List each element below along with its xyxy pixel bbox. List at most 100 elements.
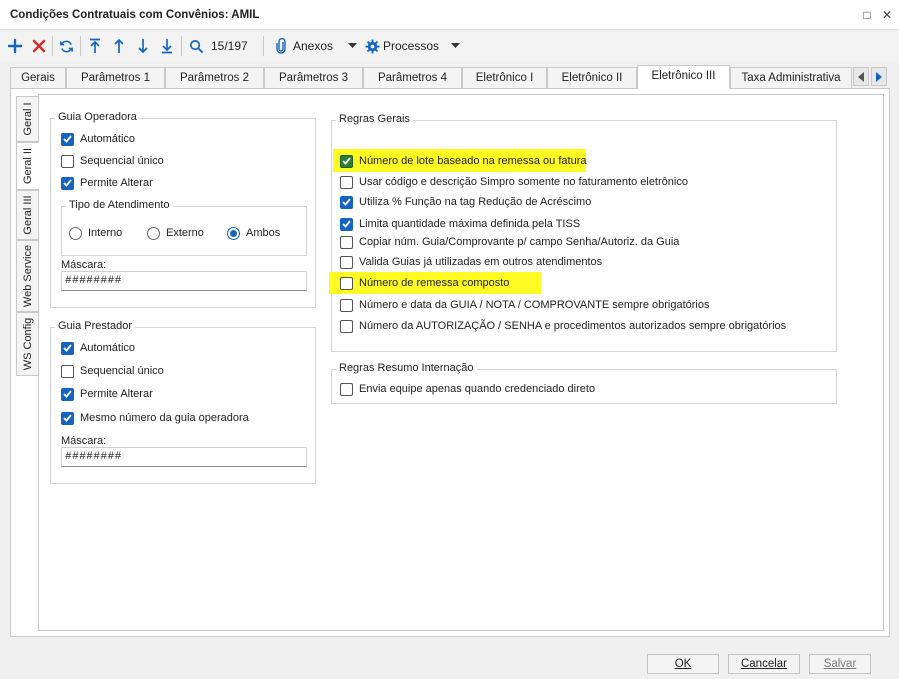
next-record-icon[interactable]	[132, 35, 154, 57]
window-title: Condições Contratuais com Convênios: AMI…	[10, 9, 260, 21]
ok-button[interactable]: OK	[647, 654, 719, 674]
radio-selected-icon	[227, 226, 240, 240]
tab-scroll-right-icon[interactable]	[871, 67, 887, 86]
checkbox-unchecked-icon	[340, 235, 353, 249]
checkbox-checked-icon	[61, 132, 74, 146]
tab-eletronico-3[interactable]: Eletrônico III	[637, 65, 730, 89]
tab-parametros-2[interactable]: Parâmetros 2	[165, 67, 264, 88]
radio-label: Interno	[88, 227, 123, 239]
group-title: Regras Resumo Internação	[336, 362, 477, 374]
permite-alterar-prestador-checkbox[interactable]: Permite Alterar	[61, 386, 153, 402]
record-counter: 15/197	[211, 39, 248, 53]
refresh-icon[interactable]	[55, 35, 77, 57]
numero-autorizacao-checkbox[interactable]: Número da AUTORIZAÇÃO / SENHA e procedim…	[340, 318, 786, 334]
usar-codigo-simpro-checkbox[interactable]: Usar código e descrição Simpro somente n…	[340, 174, 688, 190]
toolbar-separator	[80, 36, 81, 56]
checkbox-checked-icon	[340, 195, 353, 209]
search-icon[interactable]	[185, 35, 207, 57]
side-tab-ws-config[interactable]: WS Config	[16, 312, 38, 376]
checkbox-unchecked-icon	[340, 382, 353, 396]
group-title: Regras Gerais	[336, 113, 413, 125]
checkbox-label: Número de lote baseado na remessa ou fat…	[359, 155, 587, 167]
checkbox-label: Valida Guias já utilizadas em outros ate…	[359, 256, 603, 268]
checkbox-label: Sequencial único	[80, 365, 164, 377]
permite-alterar-checkbox[interactable]: Permite Alterar	[61, 175, 153, 191]
valida-guias-checkbox[interactable]: Valida Guias já utilizadas em outros ate…	[340, 254, 602, 270]
mesmo-numero-checkbox[interactable]: Mesmo número da guia operadora	[61, 410, 249, 426]
automatico-prestador-checkbox[interactable]: Automático	[61, 340, 135, 356]
sequencial-unico-prestador-checkbox[interactable]: Sequencial único	[61, 363, 164, 379]
tab-scroll-left-icon[interactable]	[853, 67, 869, 86]
envia-equipe-checkbox[interactable]: Envia equipe apenas quando credenciado d…	[340, 381, 595, 397]
first-record-icon[interactable]	[84, 35, 106, 57]
checkbox-label: Utiliza % Função na tag Redução de Acrés…	[359, 196, 592, 208]
tab-taxa-administrativa[interactable]: Taxa Administrativa	[730, 67, 852, 88]
side-tab-geral-2[interactable]: Geral II	[16, 142, 39, 190]
checkbox-label: Automático	[80, 133, 136, 145]
title-bar: Condições Contratuais com Convênios: AMI…	[0, 0, 899, 30]
cancel-button[interactable]: Cancelar	[728, 654, 800, 674]
chevron-down-icon[interactable]	[341, 35, 363, 57]
side-tab-label: Web Service	[21, 244, 34, 308]
sequencial-unico-checkbox[interactable]: Sequencial único	[61, 153, 164, 169]
tab-parametros-3[interactable]: Parâmetros 3	[264, 67, 363, 88]
maximize-button[interactable]: □	[859, 7, 875, 23]
checkbox-label: Sequencial único	[80, 155, 164, 167]
save-button[interactable]: Salvar	[809, 654, 871, 674]
side-tab-label: Geral III	[21, 195, 34, 235]
mascara-prestador-input[interactable]: ########	[61, 447, 307, 467]
toolbar-separator	[263, 36, 264, 56]
checkbox-label: Mesmo número da guia operadora	[80, 412, 249, 424]
attachments-menu[interactable]: Anexos	[293, 39, 333, 53]
tab-parametros-1[interactable]: Parâmetros 1	[66, 67, 165, 88]
toolbar: 15/197 Anexos Processos	[0, 31, 899, 61]
checkbox-unchecked-icon	[340, 175, 353, 189]
mascara-operadora-input[interactable]: ########	[61, 271, 307, 291]
side-tab-geral-3[interactable]: Geral III	[16, 190, 38, 240]
numero-lote-checkbox[interactable]: Número de lote baseado na remessa ou fat…	[340, 153, 586, 169]
checkbox-label: Copiar núm. Guia/Comprovante p/ campo Se…	[359, 236, 680, 248]
checkbox-label: Permite Alterar	[80, 177, 153, 189]
checkbox-label: Usar código e descrição Simpro somente n…	[359, 176, 688, 188]
tab-gerais[interactable]: Gerais	[10, 67, 66, 88]
close-button[interactable]: ✕	[879, 7, 895, 23]
radio-externo[interactable]: Externo	[147, 225, 204, 241]
radio-unselected-icon	[69, 226, 82, 240]
processes-menu[interactable]: Processos	[383, 39, 439, 53]
radio-unselected-icon	[147, 226, 160, 240]
radio-interno[interactable]: Interno	[69, 225, 122, 241]
chevron-down-icon[interactable]	[444, 35, 466, 57]
paperclip-icon[interactable]	[270, 35, 292, 57]
side-tab-label: Geral II	[22, 147, 34, 185]
last-record-icon[interactable]	[156, 35, 178, 57]
checkbox-unchecked-icon	[340, 255, 353, 269]
utiliza-funcao-checkbox[interactable]: Utiliza % Função na tag Redução de Acrés…	[340, 194, 591, 210]
automatico-checkbox[interactable]: Automático	[61, 131, 135, 147]
side-tab-web-service[interactable]: Web Service	[16, 240, 38, 312]
checkbox-unchecked-icon	[340, 298, 353, 312]
previous-record-icon[interactable]	[108, 35, 130, 57]
numero-data-guia-checkbox[interactable]: Número e data da GUIA / NOTA / COMPROVAN…	[340, 297, 710, 313]
radio-ambos[interactable]: Ambos	[227, 225, 280, 241]
checkbox-label: Número de remessa composto	[359, 277, 510, 289]
gear-icon[interactable]	[361, 35, 383, 57]
numero-remessa-composto-checkbox[interactable]: Número de remessa composto	[340, 275, 509, 291]
tab-eletronico-2[interactable]: Eletrônico II	[547, 67, 637, 88]
copiar-num-guia-checkbox[interactable]: Copiar núm. Guia/Comprovante p/ campo Se…	[340, 234, 679, 250]
side-tab-label: Geral I	[21, 102, 34, 136]
side-tab-geral-1[interactable]: Geral I	[16, 96, 38, 142]
tab-eletronico-1[interactable]: Eletrônico I	[462, 67, 547, 88]
checkbox-unchecked-icon	[340, 276, 353, 290]
tab-parametros-4[interactable]: Parâmetros 4	[363, 67, 462, 88]
add-icon[interactable]	[4, 35, 26, 57]
checkbox-checked-icon	[61, 387, 74, 401]
radio-label: Externo	[166, 227, 204, 239]
limita-quantidade-checkbox[interactable]: Limita quantidade máxima definida pela T…	[340, 216, 580, 232]
group-title: Tipo de Atendimento	[66, 199, 173, 211]
group-title: Guia Prestador	[55, 320, 135, 332]
checkbox-checked-icon	[340, 217, 353, 231]
side-tab-label: WS Config	[21, 317, 34, 371]
checkbox-unchecked-icon	[340, 319, 353, 333]
delete-icon[interactable]	[28, 35, 50, 57]
checkbox-label: Limita quantidade máxima definida pela T…	[359, 218, 581, 230]
